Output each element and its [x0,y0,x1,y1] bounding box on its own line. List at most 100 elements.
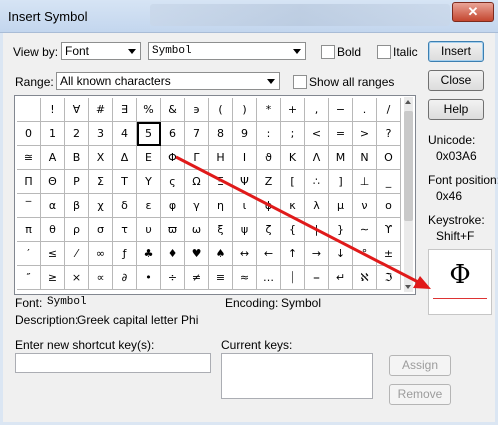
symbol-cell[interactable]: Υ [137,170,161,194]
grid-scrollbar[interactable] [404,97,413,292]
symbol-cell[interactable]: ≈ [233,266,257,290]
symbol-cell[interactable]: 6 [161,122,185,146]
symbol-cell[interactable]: ; [281,122,305,146]
symbol-cell[interactable]: γ [185,194,209,218]
symbol-cell[interactable]: ≠ [185,266,209,290]
symbol-cell[interactable]: σ [89,218,113,242]
symbol-cell-selected[interactable]: 5 [137,122,161,146]
symbol-cell[interactable]: Κ [281,146,305,170]
symbol-cell[interactable]: Ο [377,146,401,170]
show-all-ranges-checkbox[interactable] [293,75,307,89]
symbol-cell[interactable]: * [257,98,281,122]
font-select[interactable]: Symbol [148,42,306,60]
assign-button[interactable]: Assign [389,355,451,376]
symbol-cell[interactable]: π [17,218,41,242]
symbol-cell[interactable]: ∀ [65,98,89,122]
symbol-cell[interactable]: … [257,266,281,290]
symbol-cell[interactable]: # [89,98,113,122]
symbol-cell[interactable]: Τ [113,170,137,194]
symbol-cell[interactable]: φ [161,194,185,218]
view-by-mode-select[interactable]: Font [61,42,141,60]
symbol-cell[interactable]: ) [233,98,257,122]
symbol-cell[interactable]: ! [41,98,65,122]
symbol-cell[interactable]: η [209,194,233,218]
scroll-down-icon[interactable] [405,285,411,289]
symbol-cell[interactable]: Ν [353,146,377,170]
range-select[interactable]: All known characters [56,72,280,90]
symbol-cell[interactable]: ♦ [161,242,185,266]
current-keys-list[interactable] [221,353,373,399]
symbol-cell[interactable]: ≤ [41,242,65,266]
symbol-cell[interactable]: ♥ [185,242,209,266]
symbol-cell[interactable]: ƒ [113,242,137,266]
shortcut-input[interactable] [15,353,211,373]
symbol-cell[interactable]: ∴ [305,170,329,194]
symbol-cell[interactable]: ϖ [161,218,185,242]
scroll-up-icon[interactable] [405,100,411,104]
symbol-cell[interactable]: ε [137,194,161,218]
symbol-cell[interactable]: → [305,242,329,266]
symbol-cell[interactable]: . [353,98,377,122]
symbol-cell[interactable]: [ [281,170,305,194]
symbol-cell[interactable]: ± [377,242,401,266]
close-button[interactable]: Close [428,70,484,91]
symbol-cell[interactable]: ξ [209,218,233,242]
symbol-cell[interactable]: ] [329,170,353,194]
remove-button[interactable]: Remove [389,384,451,405]
symbol-cell[interactable]: ϶ [185,98,209,122]
symbol-cell[interactable]: θ [41,218,65,242]
symbol-cell[interactable]: δ [113,194,137,218]
symbol-cell[interactable]: ϑ [257,146,281,170]
symbol-cell[interactable]: ♠ [209,242,233,266]
symbol-cell[interactable]: ° [353,242,377,266]
symbol-cell[interactable]: Ι [233,146,257,170]
close-window-button[interactable]: ✕ [452,2,494,22]
symbol-cell[interactable]: > [353,122,377,146]
symbol-cell[interactable]: Θ [41,170,65,194]
symbol-cell[interactable]: , [305,98,329,122]
symbol-cell[interactable]: Ρ [65,170,89,194]
symbol-cell[interactable]: 4 [113,122,137,146]
symbol-cell[interactable]: ⏐ [281,266,305,290]
symbol-cell[interactable]: μ [329,194,353,218]
symbol-cell[interactable]: ÷ [161,266,185,290]
symbol-cell[interactable]: ( [209,98,233,122]
symbol-cell[interactable]: ι [233,194,257,218]
symbol-cell[interactable]: Φ [161,146,185,170]
symbol-cell[interactable]: β [65,194,89,218]
symbol-cell[interactable]: ℵ [353,266,377,290]
symbol-cell[interactable]: ≡ [209,266,233,290]
symbol-cell[interactable]: ν [353,194,377,218]
symbol-cell[interactable]: & [161,98,185,122]
symbol-cell[interactable]: ♣ [137,242,161,266]
symbol-cell[interactable]: 2 [65,122,89,146]
symbol-cell[interactable]: α [41,194,65,218]
symbol-cell[interactable]: 8 [209,122,233,146]
symbol-cell[interactable]: Ψ [233,170,257,194]
symbol-cell[interactable]: ∃ [113,98,137,122]
symbol-cell[interactable]: Α [41,146,65,170]
symbol-cell[interactable]: Ξ [209,170,233,194]
symbol-cell[interactable]: Ζ [257,170,281,194]
symbol-cell[interactable]: ≥ [41,266,65,290]
symbol-cell[interactable]: Π [17,170,41,194]
symbol-cell[interactable]: { [281,218,305,242]
symbol-cell[interactable]: − [329,98,353,122]
symbol-cell[interactable]: ϒ [377,218,401,242]
symbol-cell[interactable]: ← [257,242,281,266]
help-button[interactable]: Help [428,99,484,120]
scroll-thumb[interactable] [404,111,413,221]
symbol-cell[interactable]: κ [281,194,305,218]
symbol-cell[interactable]: • [137,266,161,290]
symbol-cell[interactable]: ⊥ [353,170,377,194]
symbol-cell[interactable]: _ [377,170,401,194]
symbol-cell[interactable]: ω [185,218,209,242]
symbol-cell[interactable]: Χ [89,146,113,170]
symbol-cell[interactable]: ↔ [233,242,257,266]
symbol-cell[interactable]: | [305,218,329,242]
symbol-cell[interactable]: : [257,122,281,146]
symbol-cell[interactable]: Μ [329,146,353,170]
symbol-cell[interactable]: / [377,98,401,122]
symbol-cell[interactable]: } [329,218,353,242]
symbol-cell[interactable]: < [305,122,329,146]
